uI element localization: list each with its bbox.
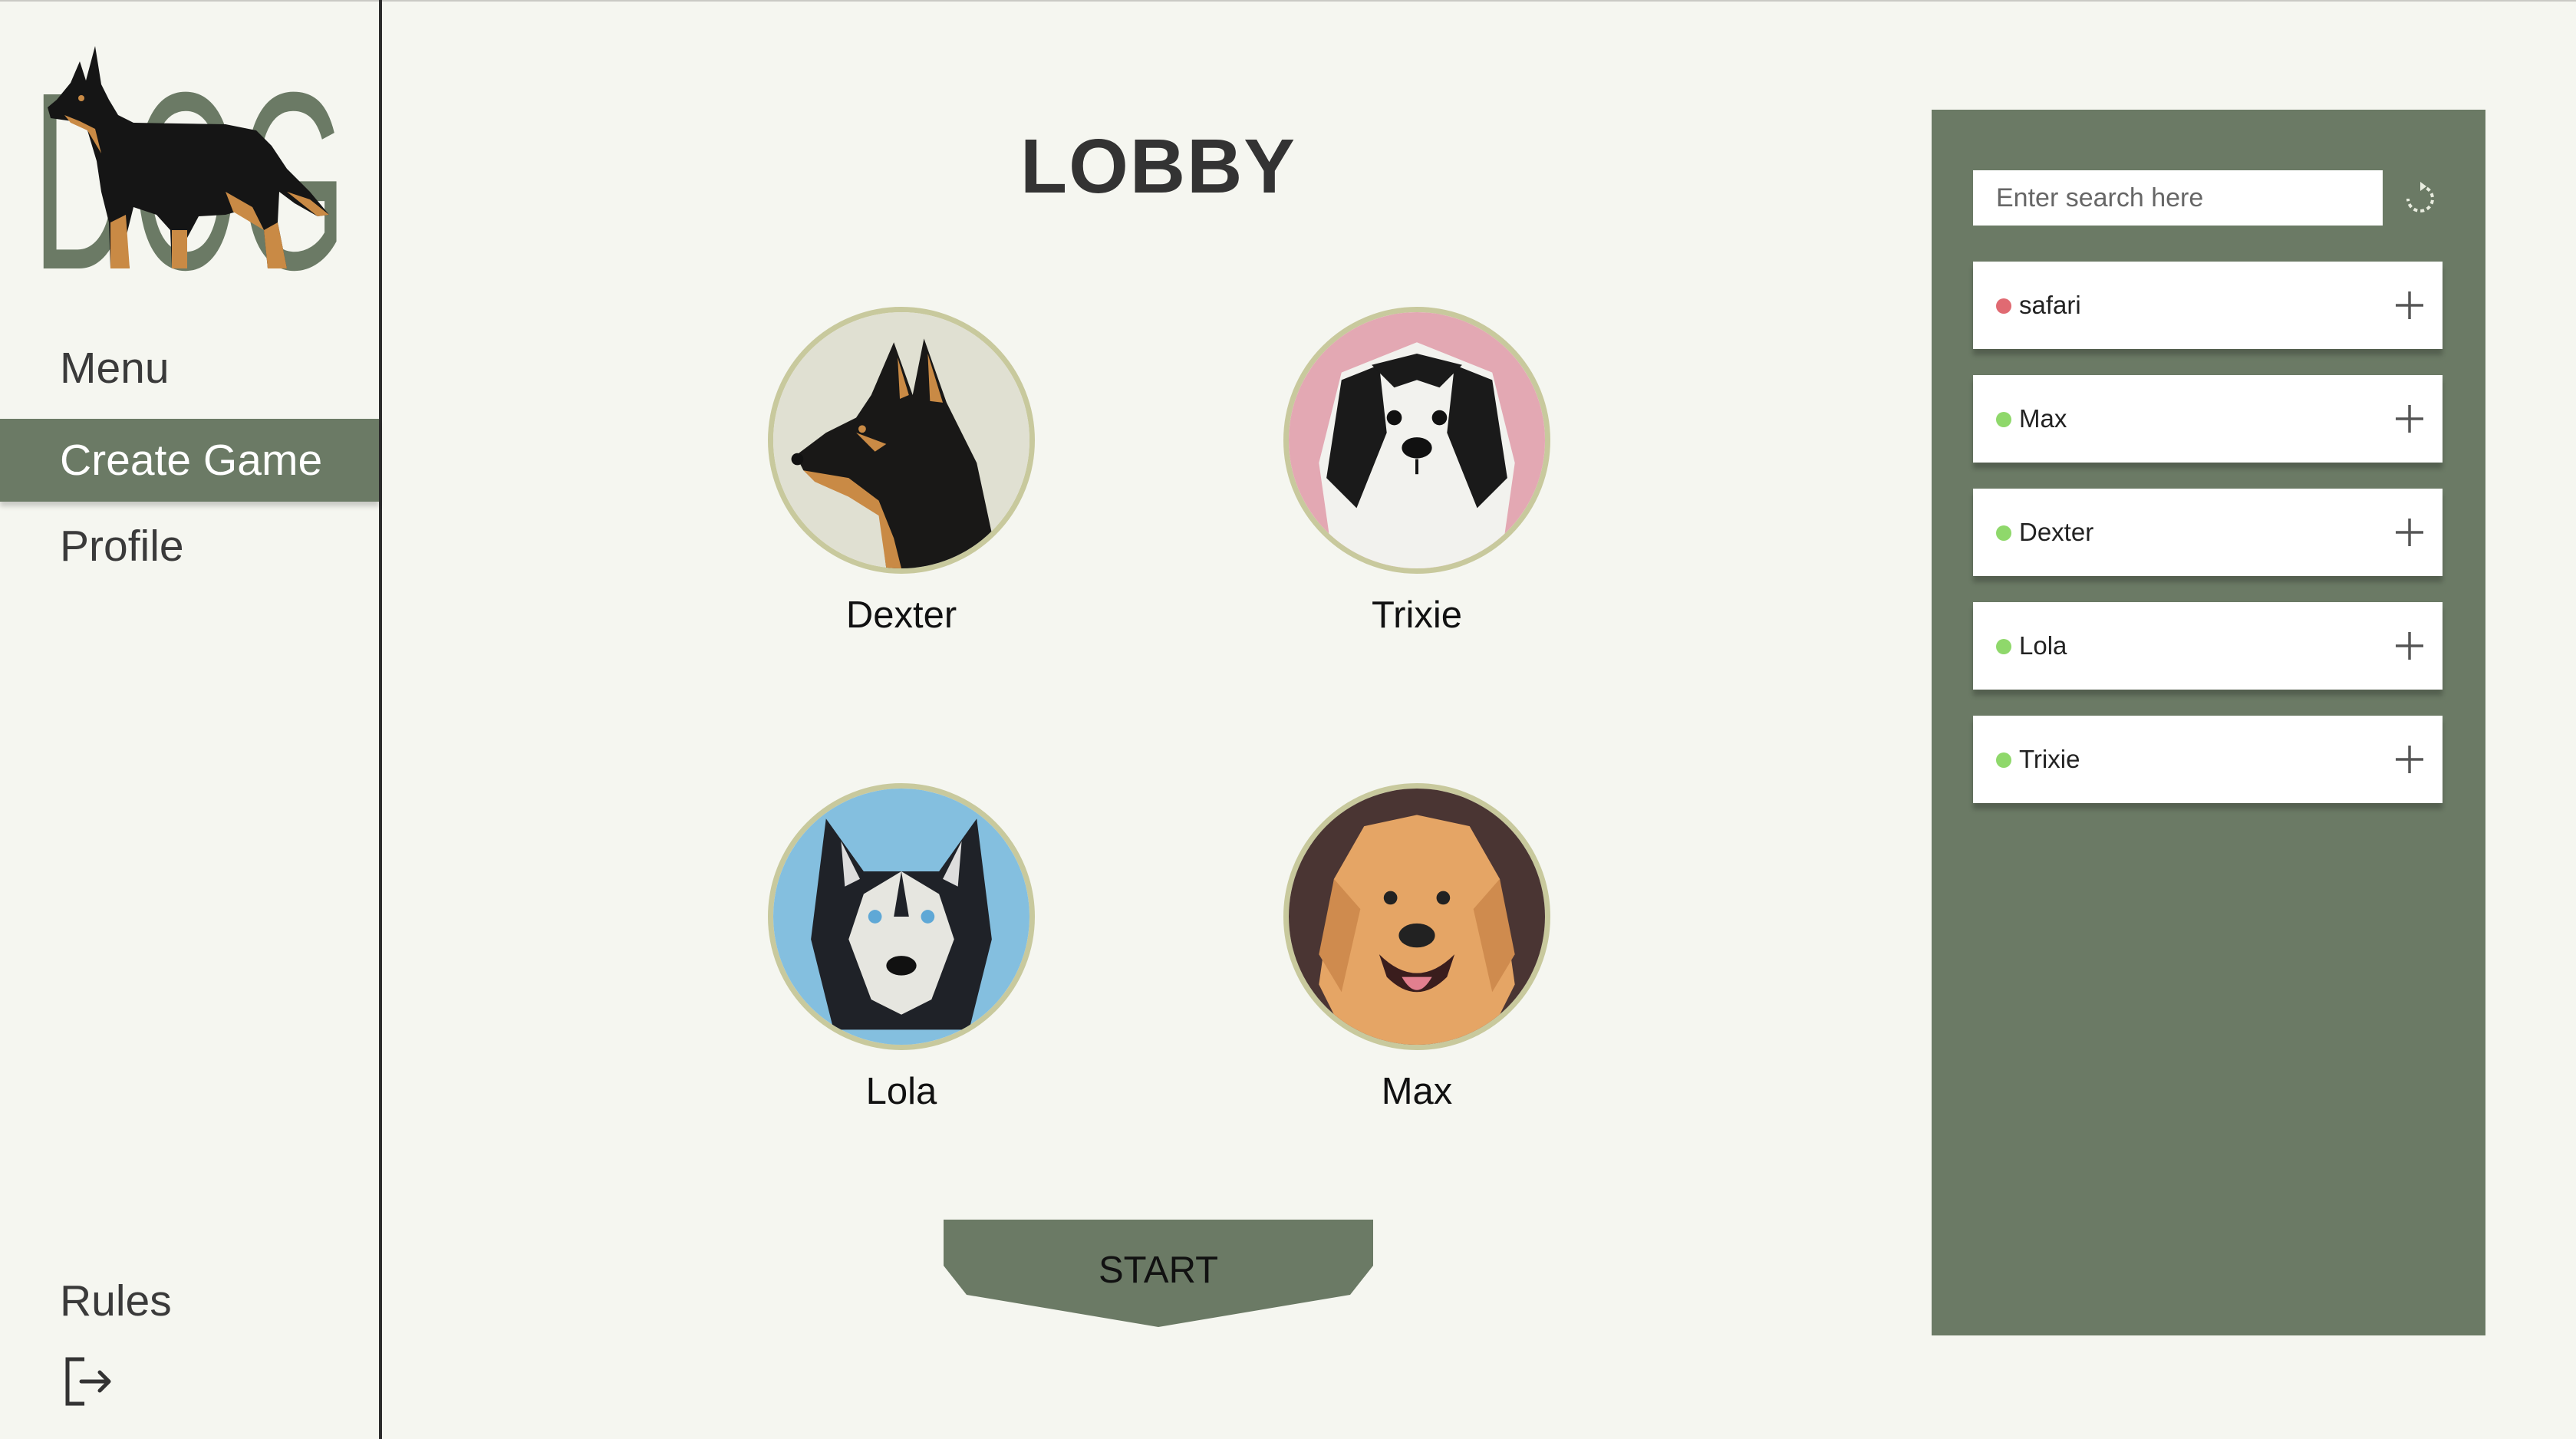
- player-name: Dexter: [845, 594, 957, 636]
- player-name: Max: [1381, 1071, 1453, 1112]
- lola-avatar: [768, 783, 1035, 1050]
- user-list-panel: safari Max Dexter Lola Trixie: [1932, 110, 2485, 1335]
- add-user-icon[interactable]: [2393, 403, 2426, 435]
- nav-rules[interactable]: Rules: [0, 1260, 379, 1342]
- start-button-label: START: [1098, 1250, 1219, 1291]
- logout-icon[interactable]: [61, 1355, 115, 1408]
- player-slot-lola: Lola: [763, 783, 1039, 1113]
- user-name: Max: [2019, 404, 2067, 433]
- user-card: safari: [1973, 262, 2443, 349]
- add-user-icon[interactable]: [2393, 289, 2426, 321]
- user-name: Dexter: [2019, 518, 2094, 546]
- player-name: Lola: [865, 1071, 937, 1112]
- nav-create-game[interactable]: Create Game: [0, 419, 379, 502]
- status-dot-online: [1996, 525, 2011, 541]
- status-dot-online: [1996, 752, 2011, 768]
- status-dot-offline: [1996, 298, 2011, 314]
- search-input[interactable]: [1973, 170, 2383, 226]
- user-name: Trixie: [2019, 745, 2080, 773]
- player-slot-dexter: Dexter: [763, 307, 1039, 637]
- trixie-avatar: [1283, 307, 1550, 574]
- add-user-icon[interactable]: [2393, 630, 2426, 662]
- player-name: Trixie: [1372, 594, 1462, 636]
- nav-menu[interactable]: Menu: [0, 327, 379, 410]
- add-user-icon[interactable]: [2393, 743, 2426, 775]
- refresh-icon[interactable]: [2401, 179, 2439, 218]
- top-border: [0, 0, 2576, 2]
- user-card: Lola: [1973, 602, 2443, 690]
- user-name: Lola: [2019, 631, 2067, 660]
- user-card: Dexter: [1973, 489, 2443, 576]
- dexter-avatar: [768, 307, 1035, 574]
- max-avatar: [1283, 783, 1550, 1050]
- user-card: Trixie: [1973, 716, 2443, 803]
- user-card: Max: [1973, 375, 2443, 463]
- player-slot-max: Max: [1279, 783, 1555, 1113]
- player-slot-trixie: Trixie: [1279, 307, 1555, 637]
- user-name: safari: [2019, 291, 2081, 319]
- status-dot-online: [1996, 639, 2011, 654]
- page-title: LOBBY: [1020, 123, 1296, 209]
- nav-profile[interactable]: Profile: [0, 505, 379, 588]
- add-user-icon[interactable]: [2393, 516, 2426, 548]
- dog-logo: DOG: [34, 39, 347, 276]
- start-button[interactable]: START: [944, 1220, 1373, 1327]
- status-dot-online: [1996, 412, 2011, 427]
- sidebar: DOG Menu Create Game Profile Rules: [0, 0, 382, 1439]
